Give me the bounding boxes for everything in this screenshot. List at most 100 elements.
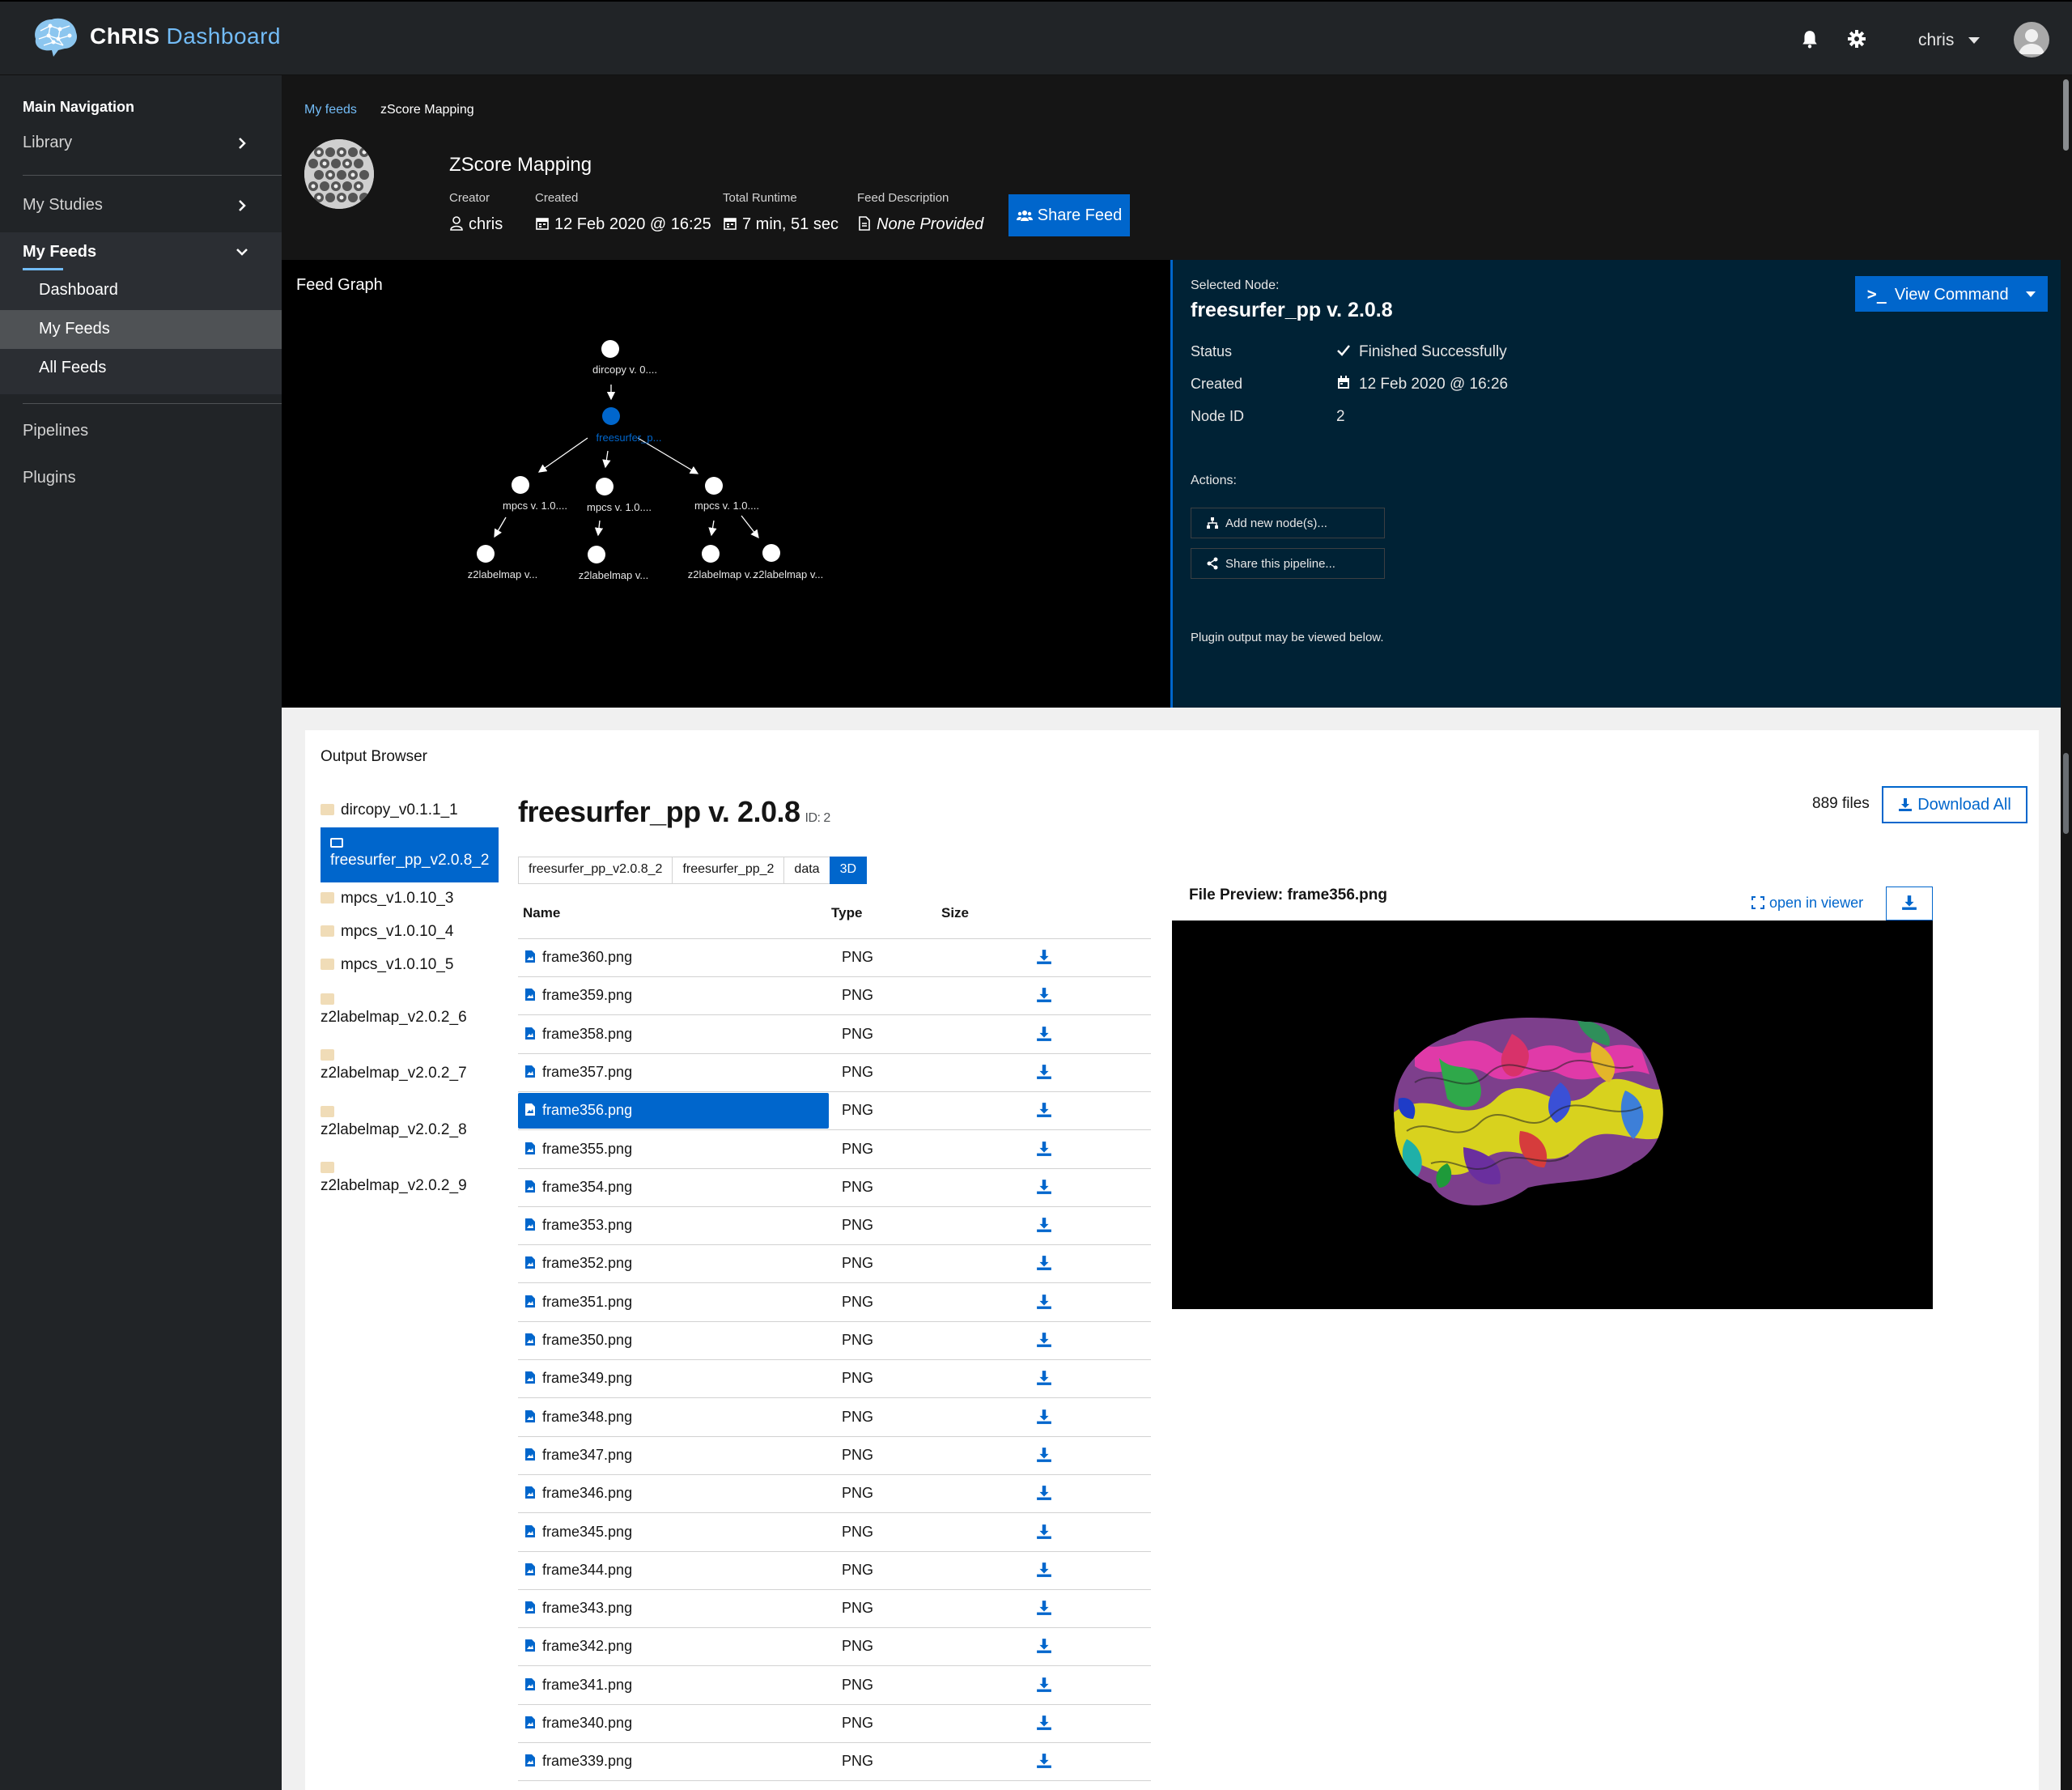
download-icon[interactable] [1036,1677,1052,1693]
file-name-cell[interactable]: frame345.png [518,1515,829,1550]
file-row[interactable]: frame354.png PNG [518,1169,1151,1207]
brand-title[interactable]: ChRIS Dashboard [90,23,281,49]
preview-download-button[interactable] [1886,886,1933,921]
file-name-cell[interactable]: frame344.png [518,1553,829,1588]
file-row[interactable]: frame344.png PNG [518,1552,1151,1590]
dir-item-selected[interactable]: freesurfer_pp_v2.0.8_2 [321,827,499,882]
download-icon[interactable] [1036,1524,1052,1540]
file-row[interactable]: frame355.png PNG [518,1131,1151,1169]
graph-node[interactable] [588,546,605,563]
graph-node[interactable] [702,545,720,563]
graph-node[interactable] [596,478,614,495]
chris-brain-logo-icon[interactable] [29,15,81,58]
download-icon[interactable] [1036,1409,1052,1425]
graph-node-selected[interactable] [602,407,620,425]
file-name-cell[interactable]: frame360.png [518,940,829,976]
download-icon[interactable] [1036,1026,1052,1042]
file-name-cell[interactable]: frame350.png [518,1323,829,1358]
download-icon[interactable] [1036,1447,1052,1463]
download-icon[interactable] [1036,987,1052,1003]
file-row[interactable]: frame359.png PNG [518,977,1151,1016]
bell-icon[interactable] [1801,29,1819,49]
scrollbar-thumb[interactable] [2063,753,2069,834]
dir-item[interactable]: mpcs_v1.0.10_3 [321,890,499,908]
file-name-cell[interactable]: frame359.png [518,978,829,1014]
sidebar-subitem-all-feeds[interactable]: All Feeds [0,349,282,388]
gear-icon[interactable] [1848,29,1866,49]
file-row[interactable]: frame341.png PNG [518,1667,1151,1705]
file-row[interactable]: frame342.png PNG [518,1628,1151,1667]
download-icon[interactable] [1036,1255,1052,1271]
sidebar-subitem-dashboard[interactable]: Dashboard [0,271,282,310]
dir-item[interactable]: z2labelmap_v2.0.2_6 [321,991,499,1027]
download-icon[interactable] [1036,1141,1052,1157]
download-icon[interactable] [1036,1102,1052,1118]
sidebar-item-my-studies[interactable]: My Studies [0,186,282,225]
file-row-selected[interactable]: frame356.png PNG [518,1092,1151,1131]
file-name-cell[interactable]: frame341.png [518,1668,829,1703]
share-pipeline-button[interactable]: Share this pipeline... [1191,548,1385,579]
file-preview-image[interactable] [1172,921,1933,1309]
sidebar-item-library[interactable]: Library [0,124,282,163]
share-feed-button[interactable]: Share Feed [1008,194,1130,236]
file-row[interactable]: frame340.png PNG [518,1705,1151,1743]
graph-node[interactable] [512,476,529,494]
column-header-type[interactable]: Type [831,905,862,921]
file-name-cell[interactable]: frame355.png [518,1132,829,1167]
file-row[interactable]: frame343.png PNG [518,1590,1151,1629]
file-name-cell[interactable]: frame352.png [518,1246,829,1282]
file-row[interactable]: frame349.png PNG [518,1360,1151,1399]
avatar[interactable] [2014,22,2049,57]
file-name-cell[interactable]: frame347.png [518,1438,829,1473]
download-icon[interactable] [1036,1753,1052,1769]
file-name-cell[interactable]: frame358.png [518,1017,829,1052]
file-name-cell[interactable]: frame357.png [518,1055,829,1091]
column-header-name[interactable]: Name [523,905,560,921]
sidebar-item-pipelines[interactable]: Pipelines [0,412,282,451]
download-icon[interactable] [1036,1332,1052,1348]
graph-node[interactable] [477,545,495,563]
dir-item[interactable]: dircopy_v0.1.1_1 [321,801,499,819]
graph-node[interactable] [601,340,619,358]
dir-item[interactable]: z2labelmap_v2.0.2_8 [321,1103,499,1139]
file-name-cell[interactable]: frame343.png [518,1591,829,1626]
feed-graph-canvas[interactable]: dircopy v. 0.... freesurfer_p... mpcs v.… [282,260,1170,708]
file-name-cell[interactable]: frame346.png [518,1476,829,1512]
download-icon[interactable] [1036,1064,1052,1080]
download-icon[interactable] [1036,1600,1052,1616]
file-row[interactable]: frame353.png PNG [518,1207,1151,1246]
sidebar-item-my-feeds[interactable]: My Feeds [0,232,282,271]
file-name-cell[interactable]: frame342.png [518,1629,829,1665]
download-icon[interactable] [1036,949,1052,965]
caret-down-icon[interactable] [1968,37,1980,44]
file-row[interactable]: frame358.png PNG [518,1016,1151,1054]
file-row[interactable]: frame346.png PNG [518,1475,1151,1514]
file-row[interactable]: frame357.png PNG [518,1054,1151,1092]
breadcrumb-my-feeds[interactable]: My feeds [304,103,357,117]
view-command-button[interactable]: >_ View Command [1855,276,2048,312]
file-name-cell[interactable]: frame354.png [518,1170,829,1205]
file-name-cell[interactable]: frame339.png [518,1744,829,1779]
file-row[interactable]: frame348.png PNG [518,1399,1151,1437]
open-in-viewer-link[interactable]: open in viewer [1751,895,1863,912]
file-row[interactable]: frame339.png PNG [518,1743,1151,1782]
download-icon[interactable] [1036,1179,1052,1195]
file-row[interactable]: frame345.png PNG [518,1514,1151,1552]
download-icon[interactable] [1036,1715,1052,1731]
dir-item[interactable]: mpcs_v1.0.10_5 [321,956,499,974]
file-row[interactable]: frame351.png PNG [518,1284,1151,1322]
add-node-button[interactable]: Add new node(s)... [1191,508,1385,538]
scrollbar-thumb[interactable] [2063,79,2069,151]
graph-node[interactable] [762,544,780,562]
file-row[interactable]: frame347.png PNG [518,1437,1151,1475]
download-icon[interactable] [1036,1217,1052,1233]
download-icon[interactable] [1036,1485,1052,1501]
user-menu-toggle[interactable]: chris [1918,31,1954,50]
page-scrollbar[interactable] [2061,75,2072,1790]
path-segment[interactable]: freesurfer_pp_v2.0.8_2 [518,857,673,884]
sidebar-item-plugins[interactable]: Plugins [0,459,282,498]
download-icon[interactable] [1036,1638,1052,1654]
download-all-button[interactable]: Download All [1882,786,2027,823]
path-segment[interactable]: data [783,857,830,884]
file-row[interactable]: frame350.png PNG [518,1322,1151,1360]
